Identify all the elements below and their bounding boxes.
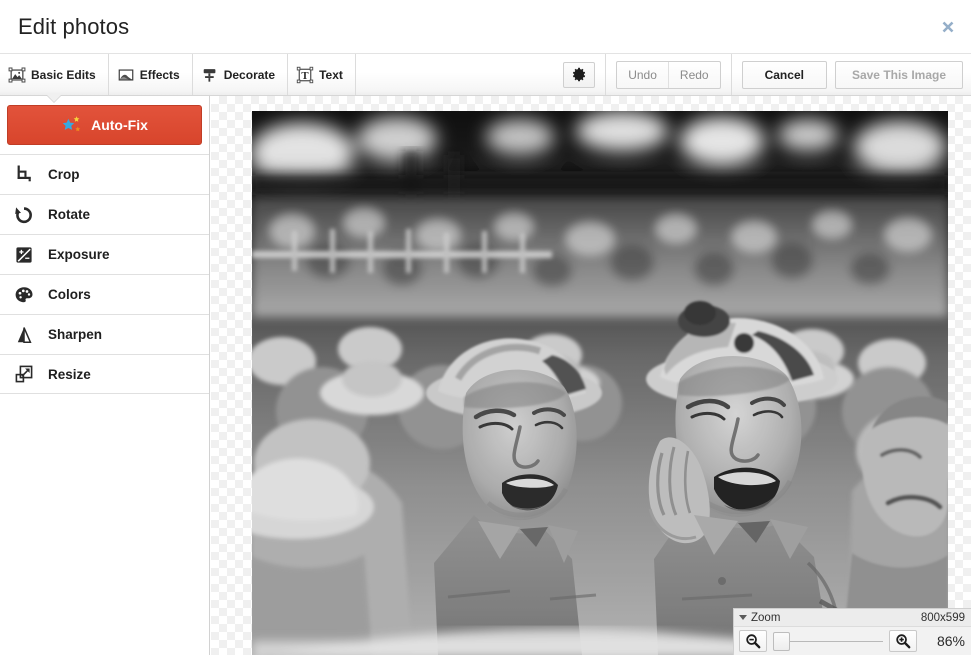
- tab-label: Basic Edits: [31, 68, 96, 82]
- effects-image-icon: [117, 66, 135, 84]
- rotate-icon: [13, 204, 35, 226]
- edited-photo: [252, 111, 948, 655]
- canvas-area[interactable]: Zoom 800x599: [211, 96, 971, 655]
- sidebar-item-colors[interactable]: Colors: [0, 274, 209, 314]
- title-bar: Edit photos: [0, 0, 971, 54]
- sidebar-item-exposure[interactable]: Exposure: [0, 234, 209, 274]
- magnifier-minus-icon: [745, 633, 761, 649]
- palette-icon: [13, 284, 35, 306]
- sidebar-item-label: Sharpen: [48, 327, 102, 342]
- zoom-slider-thumb[interactable]: [773, 632, 790, 651]
- tab-basic-edits[interactable]: Basic Edits: [0, 54, 109, 95]
- sidebar-item-label: Rotate: [48, 207, 90, 222]
- sidebar-item-label: Exposure: [48, 247, 110, 262]
- image-dimensions: 800x599: [921, 612, 965, 624]
- save-this-image-button[interactable]: Save This Image: [835, 61, 963, 89]
- zoom-slider[interactable]: [773, 630, 883, 652]
- auto-fix-label: Auto-Fix: [91, 117, 148, 133]
- auto-fix-button[interactable]: Auto-Fix: [7, 105, 202, 145]
- redo-button[interactable]: Redo: [668, 62, 720, 88]
- tab-text[interactable]: T Text: [288, 54, 356, 95]
- close-button[interactable]: [935, 14, 961, 40]
- toolbar: Basic Edits Effects Decorate: [0, 54, 971, 96]
- paint-roller-icon: [201, 66, 219, 84]
- sidebar: Auto-Fix Crop Rotate: [0, 96, 210, 655]
- zoom-panel-title: Zoom: [751, 612, 780, 624]
- image-edit-icon: [8, 66, 26, 84]
- sidebar-item-resize[interactable]: Resize: [0, 354, 209, 394]
- toolbar-actions: Undo Redo Cancel Save This Image: [563, 54, 963, 95]
- zoom-out-button[interactable]: [739, 630, 767, 652]
- tab-effects[interactable]: Effects: [109, 54, 193, 95]
- tab-label: Effects: [140, 68, 180, 82]
- text-box-icon: T: [296, 66, 314, 84]
- undo-button[interactable]: Undo: [617, 62, 668, 88]
- toolbar-divider: [605, 54, 606, 95]
- tab-bar: Basic Edits Effects Decorate: [0, 54, 356, 95]
- page-title: Edit photos: [18, 12, 129, 42]
- cancel-button[interactable]: Cancel: [742, 61, 827, 89]
- sidebar-item-sharpen[interactable]: Sharpen: [0, 314, 209, 354]
- tab-label: Text: [319, 68, 343, 82]
- undo-redo-group: Undo Redo: [616, 61, 720, 89]
- zoom-panel-header[interactable]: Zoom 800x599: [734, 609, 971, 627]
- photo-editor-window: Edit photos Basic Edits: [0, 0, 971, 655]
- sidebar-item-label: Colors: [48, 287, 91, 302]
- settings-button[interactable]: [563, 62, 595, 88]
- magic-star-icon: [61, 115, 83, 135]
- toolbar-divider: [731, 54, 732, 95]
- chevron-down-icon[interactable]: [739, 615, 747, 620]
- crop-icon: [13, 164, 35, 186]
- zoom-in-button[interactable]: [889, 630, 917, 652]
- photo-canvas[interactable]: [252, 111, 948, 655]
- zoom-panel: Zoom 800x599: [733, 608, 971, 655]
- sidebar-item-label: Resize: [48, 367, 91, 382]
- zoom-controls: 86%: [734, 627, 971, 655]
- sidebar-item-rotate[interactable]: Rotate: [0, 194, 209, 234]
- exposure-icon: [13, 244, 35, 266]
- tab-decorate[interactable]: Decorate: [193, 54, 288, 95]
- sidebar-item-label: Crop: [48, 167, 80, 182]
- sidebar-item-crop[interactable]: Crop: [0, 154, 209, 194]
- gear-icon: [572, 67, 587, 82]
- magnifier-plus-icon: [895, 633, 911, 649]
- zoom-percentage: 86%: [923, 633, 965, 649]
- sharpen-icon: [13, 324, 35, 346]
- svg-text:T: T: [301, 69, 309, 81]
- tab-label: Decorate: [224, 68, 275, 82]
- close-icon: [941, 20, 955, 34]
- sidebar-tool-list: Crop Rotate Exposure: [0, 154, 209, 394]
- resize-icon: [13, 363, 35, 385]
